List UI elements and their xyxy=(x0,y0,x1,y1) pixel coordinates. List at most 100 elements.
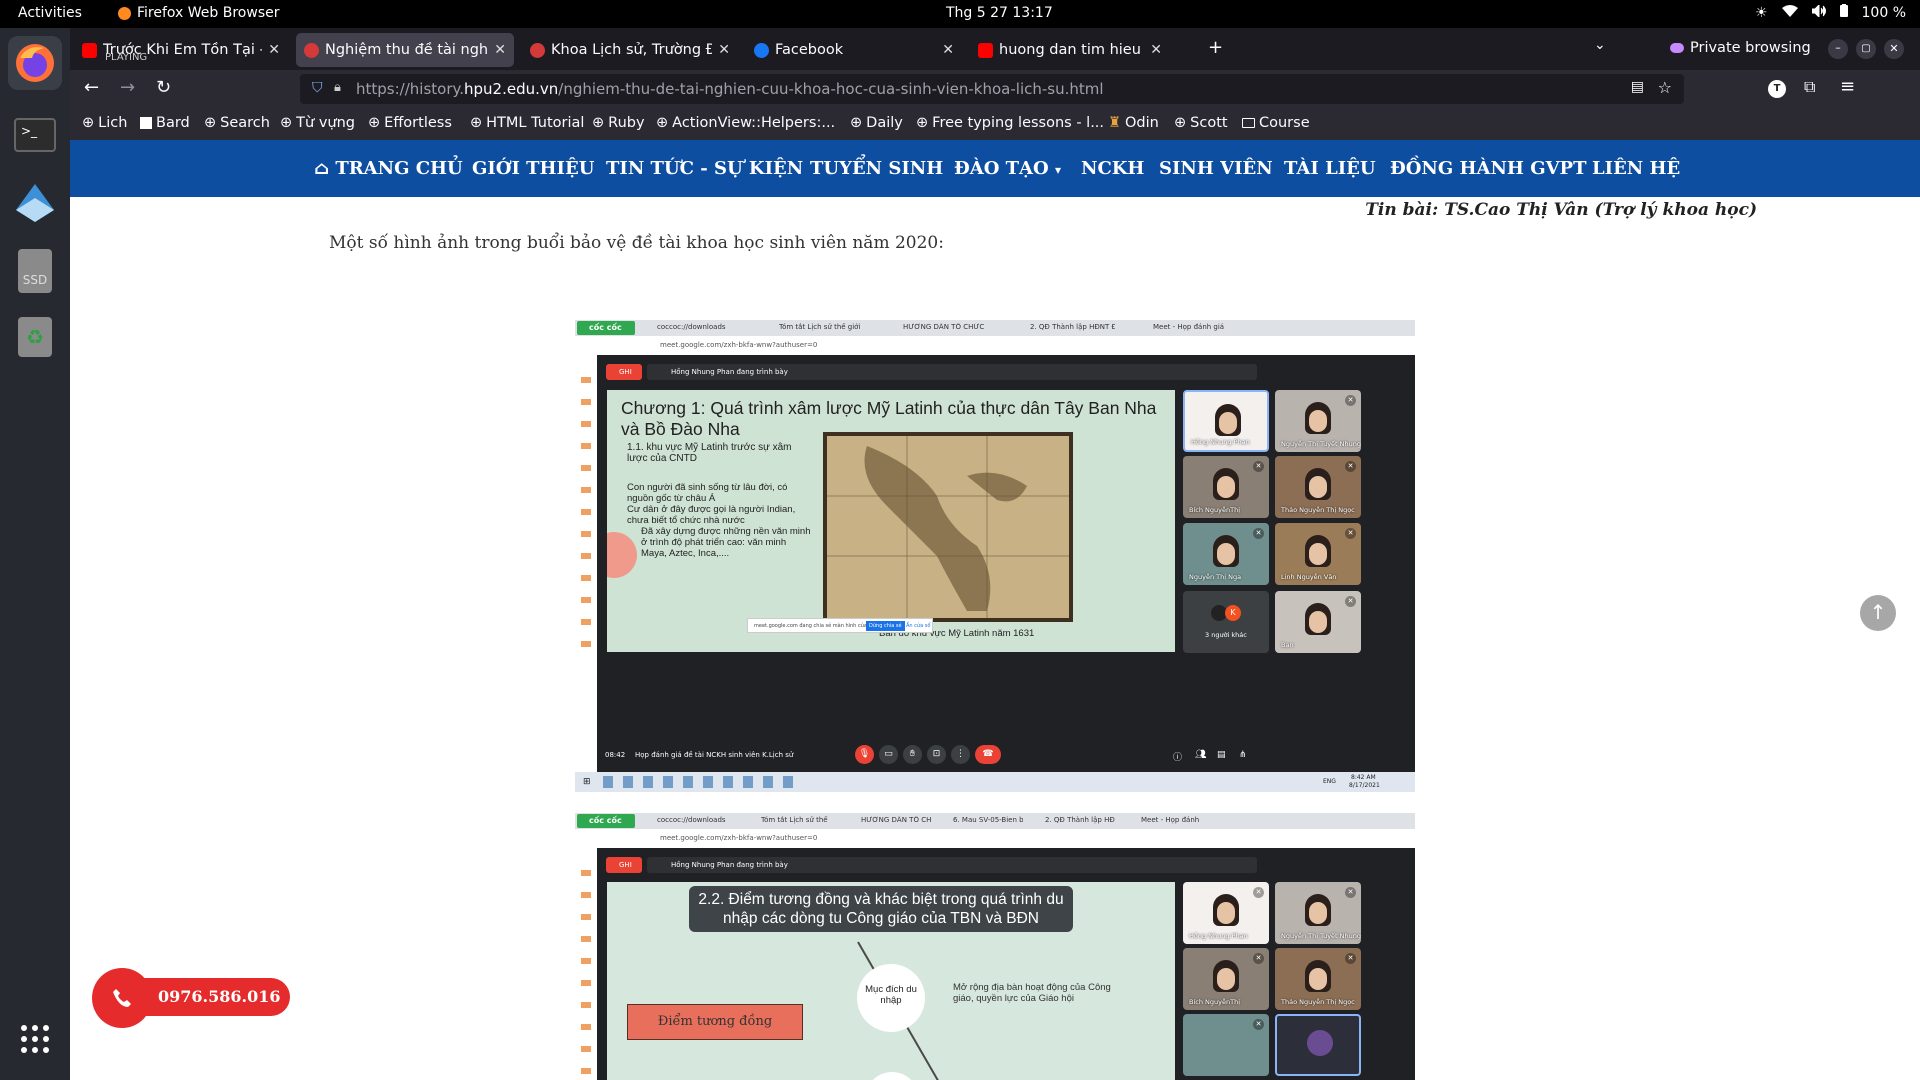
dock-app-blue[interactable] xyxy=(8,176,62,230)
tab-3[interactable]: Facebook ✕ xyxy=(746,33,962,67)
tab-1[interactable]: Nghiệm thu đề tài nghiên ✕ xyxy=(296,33,514,67)
nav-documents[interactable]: TÀI LIỆU xyxy=(1284,158,1376,179)
participant-tile: Hồng Nhung Phan xyxy=(1183,390,1269,452)
dock-ssd-drive[interactable]: SSD xyxy=(8,244,62,298)
odin-icon: ♜ xyxy=(1108,115,1121,131)
presenting-banner: Hồng Nhung Phan đang trình bày xyxy=(647,857,1257,873)
scroll-to-top-button[interactable]: ↑ xyxy=(1860,595,1896,631)
nav-gvpt[interactable]: ĐỒNG HÀNH GVPT xyxy=(1390,158,1586,179)
mic-off-icon: ✕ xyxy=(1253,461,1264,472)
hotline-button[interactable]: 0976.586.016 xyxy=(92,968,290,1028)
back-button[interactable]: ← xyxy=(84,77,99,98)
bookmark-item[interactable]: ⊕ Daily xyxy=(850,115,903,131)
bookmark-item[interactable]: Bard xyxy=(140,115,190,131)
globe-icon: ⊕ xyxy=(850,115,863,131)
bookmark-item[interactable]: ⊕ Search xyxy=(204,115,270,131)
close-icon[interactable]: ✕ xyxy=(1150,42,1162,58)
participant-tile: ✕ Nguyễn Thị Tuyết Nhung xyxy=(1275,882,1361,944)
participant-tile: ✕ Bích NguyễnThị xyxy=(1183,948,1269,1010)
bookmark-item[interactable]: ⊕ Lich xyxy=(82,115,127,131)
forward-button[interactable]: → xyxy=(120,77,135,98)
close-icon[interactable]: ✕ xyxy=(494,42,506,58)
globe-icon: ⊕ xyxy=(368,115,381,131)
dock-firefox[interactable] xyxy=(8,36,62,90)
app-name: Firefox Web Browser xyxy=(137,5,280,21)
nav-about[interactable]: GIỚI THIỆU xyxy=(472,158,594,179)
nav-news[interactable]: TIN TỨC - SỰ KIỆN xyxy=(606,158,803,179)
close-icon[interactable]: ✕ xyxy=(268,42,280,58)
meeting-photo-2[interactable]: cốc cốc coccoc://downloads Tóm tắt Lịch … xyxy=(575,813,1415,1080)
bookmark-item[interactable]: ⊕ Effortless xyxy=(368,115,452,131)
site-navigation: ⌂ TRANG CHỦ GIỚI THIỆU TIN TỨC - SỰ KIỆN… xyxy=(70,140,1920,197)
navigation-toolbar: ← → ↻ ⛉ 🔒︎ https://history. hpu2.edu.vn/n… xyxy=(70,70,1920,108)
private-mask-icon xyxy=(1670,43,1684,53)
url-prefix: https://history. xyxy=(356,80,464,98)
clock[interactable]: Thg 5 27 13:17 xyxy=(946,5,1053,21)
bookmarks-toolbar: ⊕ Lich Bard ⊕ Search ⊕ Từ vựng ⊕ Effortless … xyxy=(70,108,1920,140)
nav-admissions[interactable]: TUYỂN SINH xyxy=(810,158,943,179)
tab-4[interactable]: huong dan tim hieu nghie ✕ xyxy=(970,33,1170,67)
people-icon: 👥︎ xyxy=(1195,750,1207,760)
extensions-icon[interactable]: ⧉ xyxy=(1804,77,1815,97)
system-tray[interactable]: ☀ 100 % xyxy=(1755,3,1906,21)
tab-2[interactable]: Khoa Lịch sử, Trường ĐH ✕ xyxy=(522,33,738,67)
others-count: 3 người khác xyxy=(1205,631,1247,639)
minimize-button[interactable]: – xyxy=(1828,39,1848,59)
photo-tab: 2. QĐ Thành lập HĐNT ĐT xyxy=(1030,323,1115,331)
bard-icon xyxy=(140,117,152,129)
bookmark-item[interactable]: ⊕ Từ vựng xyxy=(280,115,355,131)
meeting-photo-1[interactable]: cốc cốc coccoc://downloads Tóm tắt Lịch … xyxy=(575,320,1415,792)
activities-button[interactable]: Activities xyxy=(18,5,82,21)
tab-0[interactable]: Trước Khi Em Tồn Tại - Yo PLAYING ✕ xyxy=(74,33,288,67)
reader-mode-icon[interactable]: ▤ xyxy=(1631,79,1644,95)
photo-tab: coccoc://downloads xyxy=(657,323,726,331)
nav-research[interactable]: NCKH xyxy=(1081,158,1144,179)
nav-students[interactable]: SINH VIÊN xyxy=(1159,158,1273,179)
bookmark-item[interactable]: ♜ Odin xyxy=(1108,115,1159,131)
bookmark-item[interactable]: ⊕ Free typing lessons - l... xyxy=(916,115,1104,131)
slide-bullet: Đã xây dựng được những nền văn minh ở tr… xyxy=(641,526,811,559)
menu-icon[interactable]: ≡ xyxy=(1840,76,1855,97)
mic-off-icon: ✕ xyxy=(1345,596,1356,607)
shield-icon: ⛉ xyxy=(312,80,323,96)
grid-icon xyxy=(21,1025,49,1053)
taskbar-lang: ENG xyxy=(1323,778,1336,785)
bookmark-item[interactable]: ⊕ ActionView::Helpers:... xyxy=(656,115,835,131)
taskbar-time: 8:42 AM xyxy=(1351,774,1376,781)
list-tabs-icon[interactable]: ⌄ xyxy=(1594,37,1606,53)
photo-tab: Tóm tắt Lịch sử thế xyxy=(761,816,828,824)
account-avatar[interactable]: T xyxy=(1768,80,1786,98)
close-window-button[interactable]: ✕ xyxy=(1884,39,1904,59)
dock-trash[interactable]: ♻ xyxy=(8,310,62,364)
participant-tile: ✕ Hồng Nhung Phan xyxy=(1183,882,1269,944)
nav-home[interactable]: ⌂ TRANG CHỦ xyxy=(314,158,463,179)
presenting-banner: Hồng Nhung Phan đang trình bày xyxy=(647,364,1257,380)
maximize-button[interactable]: ▢ xyxy=(1856,39,1876,59)
slide-bullet: Con người đã sinh sống từ lâu đời, có ng… xyxy=(627,482,788,504)
purpose-circle xyxy=(865,1072,919,1080)
app-menu[interactable]: Firefox Web Browser xyxy=(118,5,280,21)
url-bar[interactable]: ⛉ 🔒︎ https://history. hpu2.edu.vn/nghiem-… xyxy=(300,74,1684,104)
battery-level: 100 % xyxy=(1861,4,1906,21)
show-apps-button[interactable] xyxy=(8,1012,62,1066)
bookmark-star-icon[interactable]: ☆ xyxy=(1658,78,1672,97)
nav-training[interactable]: ĐÀO TẠO ▾ xyxy=(954,158,1061,179)
meet-controls: 08:42 Họp đánh giá đề tài NCKH sinh viên… xyxy=(597,738,1415,772)
bookmark-item[interactable]: ⊕ Scott xyxy=(1174,115,1228,131)
lock-icon: 🔒︎ xyxy=(334,80,341,95)
reload-button[interactable]: ↻ xyxy=(156,77,171,98)
new-tab-button[interactable]: + xyxy=(1208,37,1223,58)
photo-address-bar: meet.google.com/zxh-bkfa-wnw?authuser=0 xyxy=(575,829,1415,848)
bookmark-item[interactable]: ⊕ Ruby xyxy=(592,115,645,131)
record-badge: GHI xyxy=(606,857,642,873)
slide-chapter-1: Chương 1: Quá trình xâm lược Mỹ Latinh c… xyxy=(607,390,1175,652)
bookmark-folder[interactable]: Course xyxy=(1242,115,1310,131)
tab-title: Khoa Lịch sử, Trường ĐH xyxy=(551,42,713,58)
bookmark-item[interactable]: ⊕ HTML Tutorial xyxy=(470,115,584,131)
nav-contact[interactable]: LIÊN HỆ xyxy=(1592,158,1680,179)
url-domain: hpu2.edu.vn xyxy=(464,80,559,98)
camera-button: ▭ xyxy=(879,745,898,764)
dock-terminal[interactable]: >_ xyxy=(8,108,62,162)
close-icon[interactable]: ✕ xyxy=(942,42,954,58)
close-icon[interactable]: ✕ xyxy=(718,42,730,58)
